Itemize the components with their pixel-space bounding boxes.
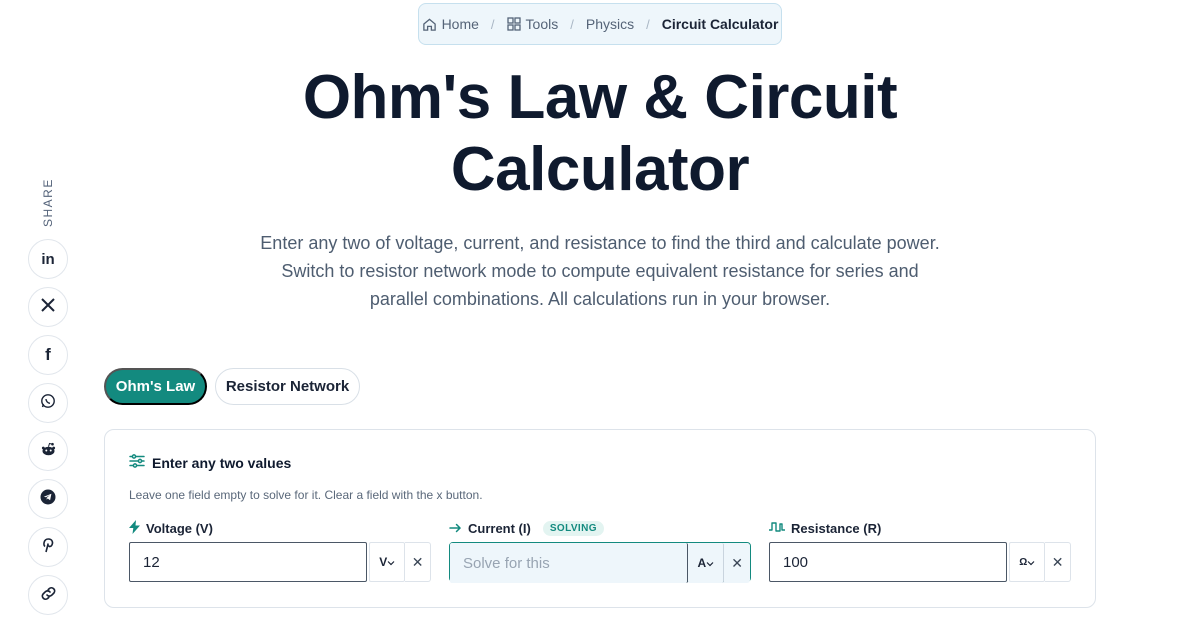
share-reddit-button[interactable]: [28, 431, 68, 471]
card-hint: Leave one field empty to solve for it. C…: [129, 488, 483, 502]
breadcrumb-tools[interactable]: Tools: [506, 16, 559, 32]
facebook-icon: f: [45, 345, 51, 364]
breadcrumb-home[interactable]: Home: [422, 16, 479, 32]
reddit-icon: [40, 441, 57, 462]
share-facebook-button[interactable]: f: [28, 335, 68, 375]
chevron-down-icon: [387, 555, 395, 569]
close-icon: ✕: [731, 554, 743, 571]
breadcrumb-separator: /: [570, 16, 574, 32]
current-field: Current (I) SOLVING Solve for this A ✕: [449, 520, 751, 583]
solving-badge: SOLVING: [542, 520, 604, 536]
share-x-button[interactable]: [28, 287, 68, 327]
voltage-label-text: Voltage (V): [146, 520, 213, 536]
voltage-label: Voltage (V): [129, 519, 431, 537]
input-card: Enter any two values Leave one field emp…: [104, 429, 1096, 608]
resistor-wave-icon: [769, 521, 785, 536]
current-unit-select[interactable]: A: [688, 543, 725, 583]
linkedin-icon: in: [41, 250, 55, 268]
current-clear-button[interactable]: ✕: [724, 543, 750, 583]
breadcrumb-label: Circuit Calculator: [661, 16, 779, 32]
chevron-down-icon: [1027, 555, 1035, 569]
voltage-input-row: 12 V ✕: [129, 542, 431, 582]
voltage-unit-value: V: [379, 555, 388, 569]
card-heading: Enter any two values: [129, 454, 291, 471]
voltage-clear-button[interactable]: ✕: [405, 542, 431, 582]
share-copy-link-button[interactable]: [28, 575, 68, 615]
resistance-unit-select[interactable]: Ω: [1009, 542, 1046, 582]
resistance-clear-button[interactable]: ✕: [1045, 542, 1071, 582]
breadcrumb-current: Circuit Calculator: [662, 16, 779, 32]
link-icon: [40, 585, 57, 606]
home-icon: [422, 17, 437, 32]
resistance-input[interactable]: 100: [769, 542, 1008, 582]
sliders-icon: [129, 454, 145, 471]
share-pinterest-button[interactable]: [28, 527, 68, 567]
grid-icon: [506, 17, 521, 31]
resistance-field: Resistance (R) 100 Ω ✕: [769, 520, 1071, 582]
breadcrumb: Home / Tools / Physics / Circuit Calcula…: [418, 3, 782, 45]
resistance-label: Resistance (R): [769, 520, 1071, 536]
current-label-text: Current (I): [468, 520, 531, 536]
tab-resistor-network[interactable]: Resistor Network: [215, 368, 360, 405]
share-linkedin-button[interactable]: in: [28, 239, 68, 279]
share-telegram-button[interactable]: [28, 479, 68, 519]
share-whatsapp-button[interactable]: [28, 383, 68, 423]
telegram-icon: [40, 489, 56, 509]
voltage-unit-select[interactable]: V: [369, 542, 406, 582]
share-label: SHARE: [41, 178, 55, 228]
breadcrumb-label: Tools: [525, 16, 559, 32]
page-subtitle: Enter any two of voltage, current, and r…: [260, 233, 940, 309]
current-input[interactable]: Solve for this: [450, 543, 689, 583]
close-icon: ✕: [411, 553, 424, 570]
breadcrumb-label: Home: [441, 16, 479, 32]
current-unit-value: A: [697, 556, 707, 570]
resistance-input-row: 100 Ω ✕: [769, 542, 1071, 582]
current-input-row: Solve for this A ✕: [449, 542, 751, 583]
voltage-input[interactable]: 12: [129, 542, 368, 582]
resistance-label-text: Resistance (R): [791, 520, 882, 536]
arrow-right-icon: [449, 521, 462, 536]
breadcrumb-separator: /: [646, 16, 650, 32]
tab-ohms-law[interactable]: Ohm's Law: [104, 368, 207, 405]
breadcrumb-label: Physics: [585, 16, 635, 32]
current-label: Current (I) SOLVING: [449, 520, 751, 536]
chevron-down-icon: [706, 556, 714, 570]
bolt-icon: [129, 519, 140, 537]
breadcrumb-separator: /: [490, 16, 495, 32]
page-title: Ohm's Law & Circuit Calculator: [302, 63, 898, 204]
breadcrumb-physics[interactable]: Physics: [586, 16, 634, 32]
pinterest-icon: [41, 537, 55, 557]
x-icon: [41, 298, 55, 316]
voltage-field: Voltage (V) 12 V ✕: [129, 519, 431, 582]
close-icon: ✕: [1051, 553, 1064, 570]
card-heading-text: Enter any two values: [152, 454, 292, 471]
whatsapp-icon: [40, 393, 56, 413]
resistance-unit-value: Ω: [1019, 556, 1028, 568]
